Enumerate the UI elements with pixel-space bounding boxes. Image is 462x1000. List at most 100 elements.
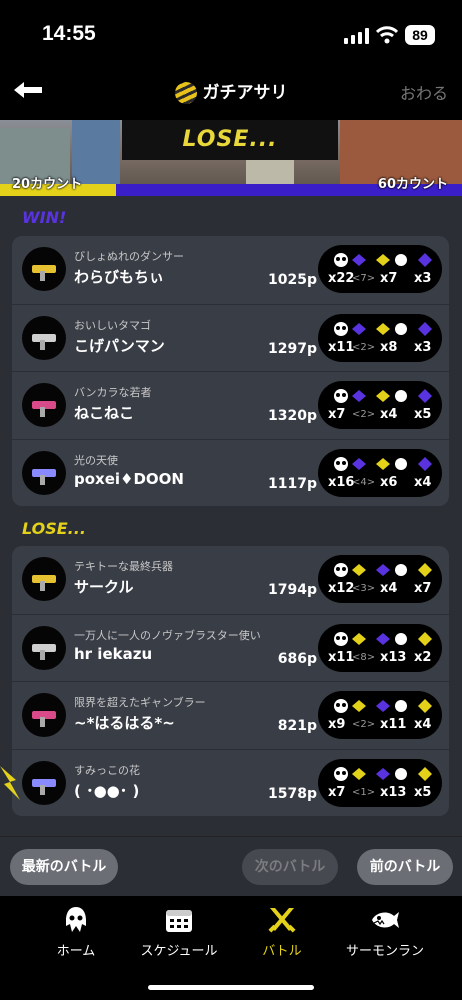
close-button[interactable]: おわる	[400, 80, 448, 104]
special-count: x3	[414, 339, 432, 355]
player-stats: x22 <7> x7 x3	[318, 245, 442, 293]
weapon-icon	[22, 557, 66, 601]
tab-salmon-run-label: サーモンラン	[345, 944, 424, 959]
weapon-icon	[22, 383, 66, 427]
player-name: poxei♦DOON	[74, 469, 184, 488]
special-weapon-icon	[418, 563, 432, 577]
kill-count: x12	[328, 581, 355, 596]
special-used-count: x8	[380, 339, 398, 355]
special-count: x4	[414, 717, 432, 732]
turf-points: 1297p	[268, 340, 317, 357]
tab-battle[interactable]: バトル	[232, 906, 332, 959]
clam-icon	[174, 82, 197, 104]
assist-count: <4>	[352, 476, 376, 488]
win-team-label: WIN!	[22, 208, 67, 227]
player-row[interactable]: 限界を超えたギャンブラー ~*はるはる*~ 821p x9 <2> x11 x4	[12, 681, 449, 748]
special-weapon-icon	[418, 456, 432, 471]
player-row[interactable]: すみっこの花 ( ･●●･ ) 1578p x7 <1> x13 x5	[12, 748, 449, 816]
player-stats: x11 <2> x8 x3	[318, 313, 442, 362]
special-icon	[395, 767, 407, 780]
special-used-count: x7	[380, 271, 398, 286]
player-row[interactable]: バンカラな若者ねこねこ 1320p x7 <2> x4 x5	[12, 371, 449, 438]
special-count: x2	[414, 649, 432, 665]
weapon-icon	[22, 247, 66, 291]
tab-schedule[interactable]: スケジュール	[129, 906, 229, 959]
assist-count: <7>	[352, 273, 376, 284]
special-icon	[395, 254, 407, 266]
special-icon	[395, 457, 407, 470]
signal-icon	[344, 28, 369, 44]
splat-icon	[352, 632, 366, 645]
self-indicator-icon	[0, 766, 20, 800]
player-row[interactable]: びしょぬれのダンサー わらびもちぃ 1025p x22 <7> x7 x3	[12, 236, 449, 303]
squid-icon	[66, 907, 86, 932]
player-byname: びしょぬれのダンサー	[74, 250, 184, 263]
player-name: ねこねこ	[74, 404, 135, 422]
kill-count: x11	[328, 339, 355, 355]
result-text: LOSE...	[182, 127, 278, 152]
special-weapon-icon	[418, 253, 432, 267]
nav-bar: ガチアサリ おわる	[0, 70, 462, 120]
player-byname: 光の天使	[74, 453, 118, 467]
result-title: LOSE...	[122, 120, 338, 160]
battle-icon	[268, 908, 296, 933]
salmon-icon	[372, 912, 399, 928]
tab-home[interactable]: ホーム	[26, 906, 126, 959]
assist-count: <2>	[352, 341, 376, 353]
player-row[interactable]: 一万人に一人のノヴァブラスター使い hr iekazu 686p x11 <8> x13 x…	[12, 613, 449, 681]
status-bar: 14:55 89	[0, 0, 462, 70]
special-icon	[395, 322, 407, 335]
player-row[interactable]: おいしいタマゴこげパンマン 1297p x11 <2> x8 x3	[12, 303, 449, 371]
kill-icon	[334, 766, 348, 781]
special-count: x5	[414, 784, 432, 800]
player-byname: おいしいタマゴ	[74, 318, 151, 332]
player-name: サークル	[74, 578, 134, 596]
tab-bar: ホーム スケジュール バトル サーモンラン	[0, 896, 462, 1000]
weapon-icon	[22, 450, 66, 495]
player-row[interactable]: テキトーな最終兵器サークル 1794p x12 <3> x4 x7	[12, 546, 449, 613]
bravo-count: 60カウント	[377, 177, 448, 192]
latest-battle-button[interactable]: 最新のバトル	[10, 849, 118, 885]
kill-count: x11	[328, 649, 355, 665]
turf-points: 1320p	[268, 408, 317, 424]
kill-icon	[334, 631, 348, 646]
player-byname: バンカラな若者	[74, 386, 152, 399]
turf-points: 1794p	[268, 582, 317, 598]
assist-count: <2>	[352, 719, 376, 730]
player-name: こげパンマン	[74, 336, 165, 355]
special-count: x3	[414, 271, 432, 286]
death-icon	[376, 390, 390, 402]
next-battle-button[interactable]: 次のバトル	[242, 849, 338, 885]
death-icon	[376, 767, 390, 780]
special-used-count: x6	[380, 474, 398, 490]
turf-points: 1117p	[268, 475, 317, 492]
assist-count: <3>	[352, 583, 376, 594]
special-used-count: x11	[380, 717, 407, 732]
player-stats: x7 <2> x4 x5	[318, 381, 442, 429]
home-indicator[interactable]	[148, 985, 314, 990]
death-icon	[376, 632, 390, 645]
special-count: x7	[414, 581, 432, 596]
weapon-icon	[22, 693, 66, 737]
assist-count: <1>	[352, 786, 376, 798]
special-count: x5	[414, 407, 432, 422]
player-byname: テキトーな最終兵器	[74, 560, 173, 573]
lose-team-label: LOSE...	[22, 519, 86, 538]
player-row[interactable]: 光の天使 poxei♦DOON 1117p x16 <4> x6 x4	[12, 438, 449, 506]
kill-count: x16	[328, 474, 355, 490]
prev-battle-button[interactable]: 前のバトル	[357, 849, 453, 885]
splat-icon	[352, 390, 366, 402]
battery-indicator: 89	[405, 25, 435, 45]
player-stats: x7 <1> x13 x5	[318, 758, 442, 807]
player-stats: x9 <2> x11 x4	[318, 691, 442, 739]
tab-salmon-run[interactable]: サーモンラン	[335, 906, 435, 959]
player-name: ( ･●●･ )	[74, 781, 140, 800]
death-icon	[376, 700, 390, 712]
special-used-count: x4	[380, 581, 398, 596]
special-used-count: x13	[380, 649, 407, 665]
battle-detail[interactable]: WIN! びしょぬれのダンサー わらびもちぃ 1025p x22 <7> x7 x3 おいしい…	[0, 196, 462, 836]
death-icon	[376, 322, 390, 335]
player-stats: x12 <3> x4 x7	[318, 555, 442, 603]
player-stats: x11 <8> x13 x2	[318, 623, 442, 672]
special-weapon-icon	[418, 766, 432, 781]
